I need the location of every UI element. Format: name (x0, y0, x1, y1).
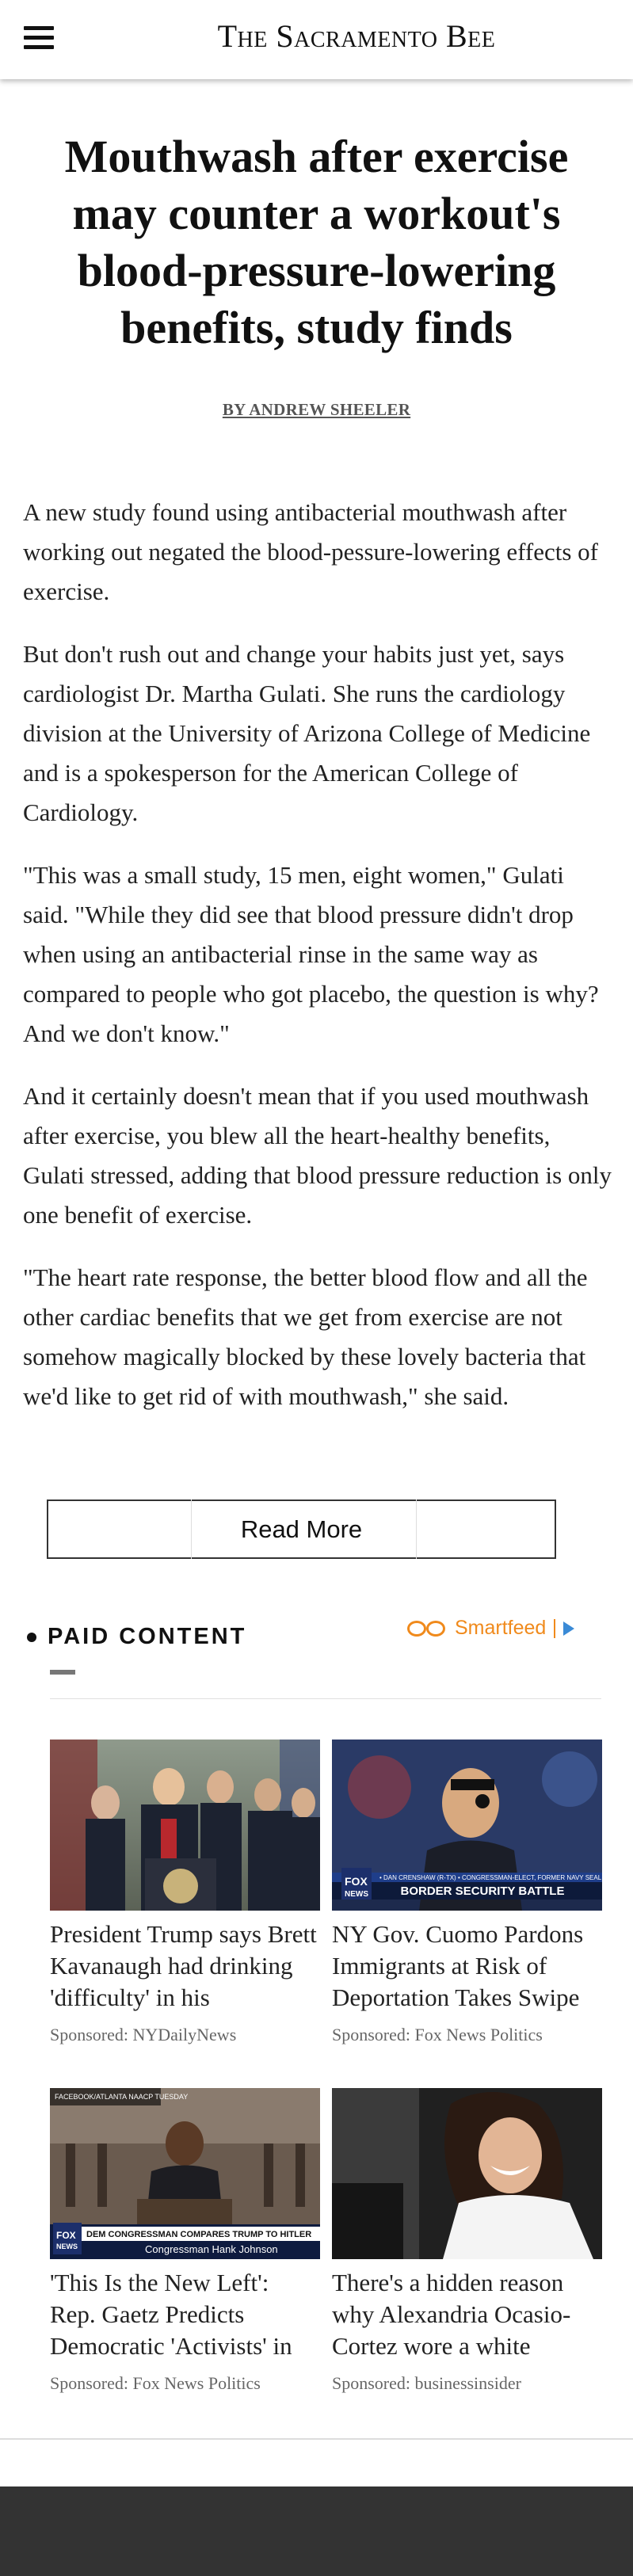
article-byline[interactable]: BY ANDREW SHEELER (0, 400, 633, 420)
article-headline: Mouthwash after exercise may counter a w… (64, 131, 569, 353)
site-header: The Sacramento Bee (0, 0, 633, 79)
section-divider (50, 1698, 601, 1699)
card-sponsor: Sponsored: NYDailyNews (50, 2025, 237, 2044)
card-image-ticker: • DAN CRENSHAW (R-TX) • CONGRESSMAN-ELEC… (379, 1874, 602, 1881)
card-sponsor: Sponsored: businessinsider (332, 2373, 521, 2393)
svg-text:NEWS: NEWS (345, 1890, 368, 1899)
adchoices-icon[interactable] (563, 1621, 575, 1636)
card-sponsor: Sponsored: Fox News Politics (332, 2025, 543, 2044)
card-image-fox-news-interview[interactable]: FOX NEWS • DAN CRENSHAW (R-TX) • CONGRES… (332, 1740, 602, 1911)
card-image-ticker: Congressman Hank Johnson (145, 2243, 278, 2255)
article-paragraph: A new study found using antibacterial mo… (23, 498, 598, 605)
smartfeed-label: Smartfeed (455, 1617, 547, 1639)
article-paragraph: But don't rush out and change your habit… (23, 640, 591, 826)
masthead-logo[interactable]: The Sacramento Bee (135, 17, 578, 55)
hamburger-menu-icon[interactable] (24, 26, 54, 50)
card-image-corner-label: FACEBOOK/ATLANTA NAACP TUESDAY (55, 2093, 188, 2101)
card-headline[interactable]: President Trump says Brett Kavanaugh had… (50, 1919, 320, 2014)
article-paragraph: And it certainly doesn't mean that if yo… (23, 1082, 612, 1229)
card-headline[interactable]: NY Gov. Cuomo Pardons Immigrants at Risk… (332, 1919, 602, 2014)
paid-content-heading: PAID CONTENT (27, 1624, 246, 1650)
card-image-caption: BORDER SECURITY BATTLE (401, 1884, 565, 1898)
card-image-congressman-speech[interactable]: FACEBOOK/ATLANTA NAACP TUESDAY FOX NEWS … (50, 2088, 320, 2259)
smartfeed-logo-icon (406, 1619, 450, 1638)
article-body: A new study found using antibacterial mo… (23, 493, 613, 1439)
article-paragraph: "The heart rate response, the better blo… (23, 1263, 588, 1410)
svg-text:NEWS: NEWS (56, 2243, 78, 2250)
paid-content-title: PAID CONTENT (48, 1624, 247, 1649)
article-paragraph: "This was a small study, 15 men, eight w… (23, 861, 599, 1047)
card-image-press-conference[interactable] (50, 1740, 320, 1911)
read-more-label: Read More (240, 1515, 363, 1543)
read-more-button[interactable]: Read More (47, 1499, 556, 1559)
card-image-caption: DEM CONGRESSMAN COMPARES TRUMP TO HITLER (86, 2230, 311, 2239)
svg-text:FOX: FOX (56, 2230, 76, 2241)
card-image-laughing-woman[interactable] (332, 2088, 602, 2259)
bullet-icon (27, 1632, 36, 1642)
card-headline[interactable]: 'This Is the New Left': Rep. Gaetz Predi… (50, 2267, 320, 2362)
card-headline[interactable]: There's a hidden reason why Alexandria O… (332, 2267, 602, 2362)
card-sponsor: Sponsored: Fox News Politics (50, 2373, 261, 2393)
content-bottom-divider (0, 2438, 633, 2440)
section-accent-bar (50, 1670, 75, 1675)
site-footer (0, 2486, 633, 2576)
svg-text:FOX: FOX (345, 1875, 368, 1888)
smartfeed-branding[interactable]: Smartfeed (406, 1617, 575, 1640)
